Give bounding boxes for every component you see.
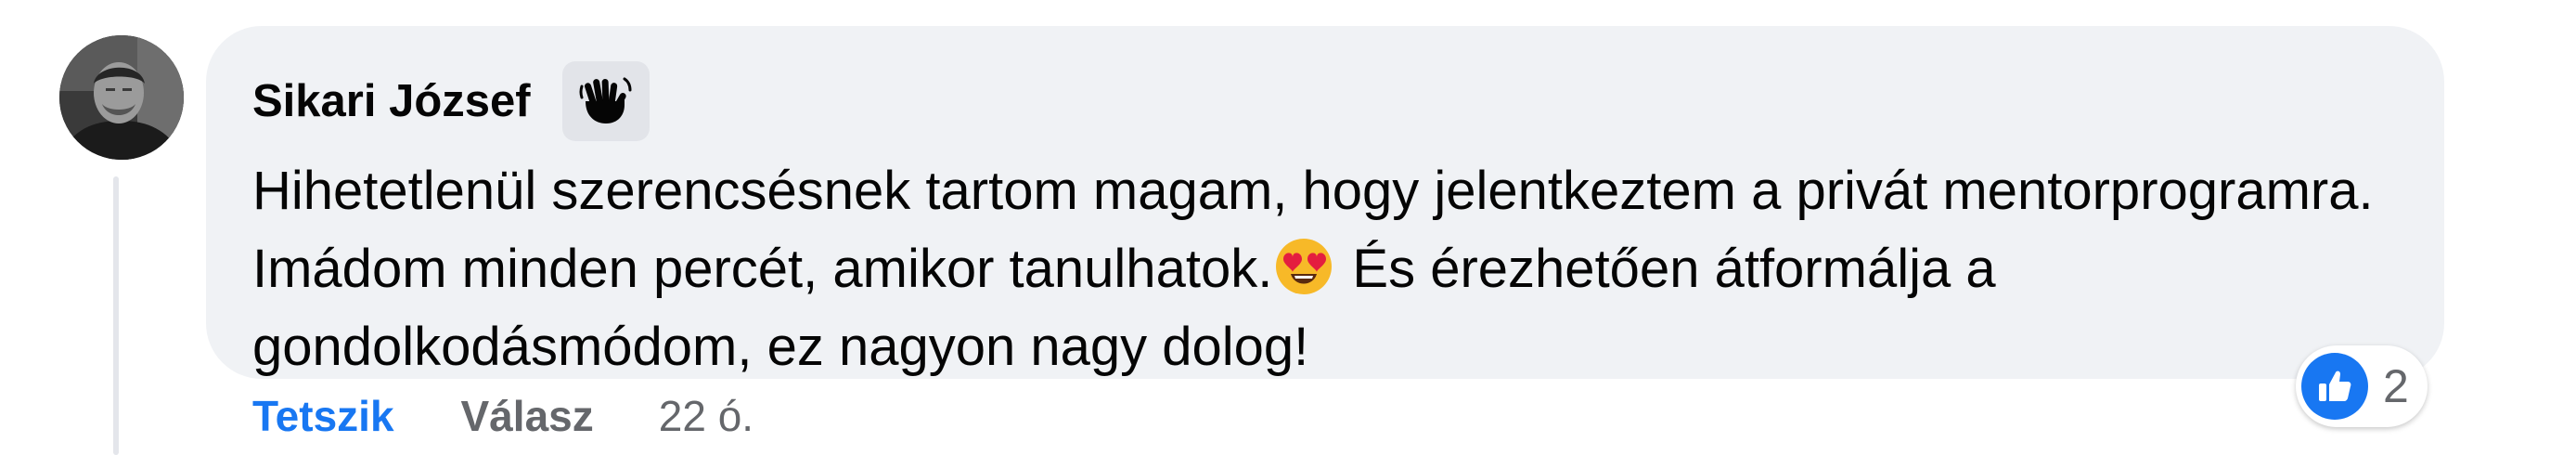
like-icon (2301, 353, 2368, 420)
comment-bubble: Sikari József Hihetetlenül szerencsésnek… (206, 26, 2444, 379)
thread-line (113, 176, 119, 455)
reaction-summary[interactable]: 2 (2296, 345, 2428, 427)
comment-actions: Tetszik Válasz 22 ó. (252, 388, 753, 444)
like-link[interactable]: Tetszik (252, 391, 394, 441)
comment-text: Hihetetlenül szerencsésnek tartom magam,… (252, 152, 2387, 386)
reaction-count: 2 (2383, 360, 2409, 412)
author-name[interactable]: Sikari József (252, 78, 531, 124)
reply-link[interactable]: Válasz (461, 391, 594, 441)
waving-hands-icon[interactable] (561, 61, 650, 141)
timestamp-link[interactable]: 22 ó. (659, 391, 753, 441)
heart-eyes-emoji (1274, 237, 1333, 296)
avatar[interactable] (59, 35, 184, 160)
comment-header: Sikari József (252, 59, 2398, 143)
avatar-photo (59, 35, 184, 160)
